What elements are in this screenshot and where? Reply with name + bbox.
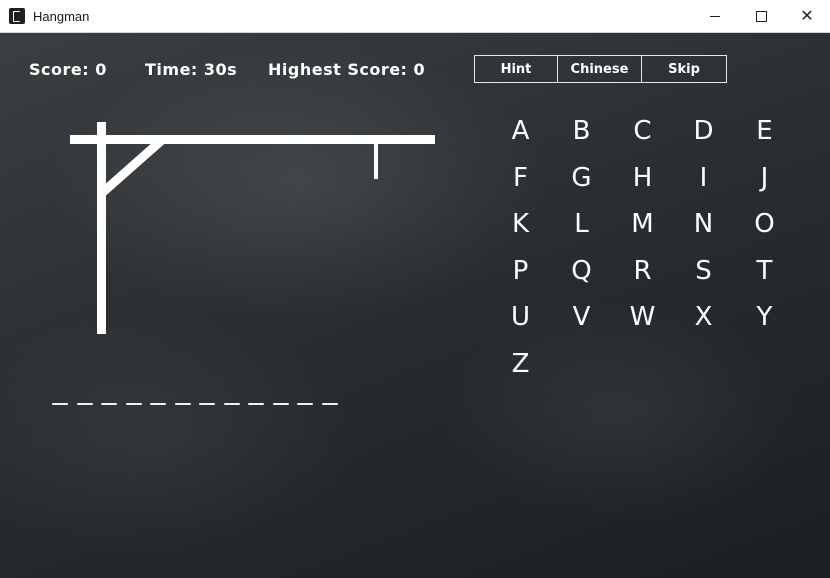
minimize-icon [710,15,720,17]
gallows-brace [97,135,167,198]
letter-button-i[interactable]: I [673,155,734,202]
letter-button-p[interactable]: P [490,248,551,295]
letter-button-u[interactable]: U [490,294,551,341]
maximize-icon [755,10,767,22]
word-slots [52,403,346,405]
skip-button[interactable]: Skip [642,56,726,82]
chalkboard: Score: 0 Time: 30s Highest Score: 0 Hint… [0,33,830,578]
close-icon: ✕ [800,6,814,25]
chinese-button[interactable]: Chinese [558,56,642,82]
word-slot [321,403,338,405]
letter-button-x[interactable]: X [673,294,734,341]
hint-button[interactable]: Hint [475,56,558,82]
letter-button-w[interactable]: W [612,294,673,341]
letter-button-b[interactable]: B [551,108,612,155]
maximize-button[interactable] [738,0,784,32]
app-icon [9,8,25,24]
letter-button-d[interactable]: D [673,108,734,155]
word-slot [76,403,93,405]
word-slot [223,403,240,405]
letter-button-q[interactable]: Q [551,248,612,295]
word-slot [199,403,215,405]
word-slot [272,403,289,405]
letter-button-m[interactable]: M [612,201,673,248]
minimize-button[interactable] [692,0,738,32]
letter-button-j[interactable]: J [734,155,795,202]
letter-button-a[interactable]: A [490,108,551,155]
title-bar[interactable]: Hangman ✕ [0,0,830,33]
letter-button-r[interactable]: R [612,248,673,295]
letter-button-t[interactable]: T [734,248,795,295]
window-controls: ✕ [692,0,830,32]
letter-button-l[interactable]: L [551,201,612,248]
highest-score-label: Highest Score: 0 [268,60,426,79]
letter-button-n[interactable]: N [673,201,734,248]
gallows-rope [374,144,378,179]
gallows-post [97,122,106,334]
action-button-group: Hint Chinese Skip [474,55,727,83]
letter-button-y[interactable]: Y [734,294,795,341]
letter-button-f[interactable]: F [490,155,551,202]
word-slot [248,403,264,405]
letter-button-z[interactable]: Z [490,341,551,388]
gallows [70,122,435,334]
word-slot [101,403,117,405]
word-slot [297,403,313,405]
letter-button-s[interactable]: S [673,248,734,295]
word-slot [125,403,142,405]
app-window: Hangman ✕ Score: 0 Time: 30s Highest Sco… [0,0,830,578]
gallows-beam [70,135,435,144]
close-button[interactable]: ✕ [784,0,830,32]
score-label: Score: 0 [29,60,107,79]
letter-button-e[interactable]: E [734,108,795,155]
letter-button-h[interactable]: H [612,155,673,202]
letter-button-v[interactable]: V [551,294,612,341]
word-slot [52,403,68,405]
letter-grid: ABCDE FGHIJ KLMNO PQRST UVWXY Z [490,108,795,388]
letter-button-o[interactable]: O [734,201,795,248]
letter-button-k[interactable]: K [490,201,551,248]
letter-button-c[interactable]: C [612,108,673,155]
word-slot [174,403,191,405]
word-slot [150,403,166,405]
time-label: Time: 30s [145,60,238,79]
window-title: Hangman [33,8,90,24]
letter-button-g[interactable]: G [551,155,612,202]
